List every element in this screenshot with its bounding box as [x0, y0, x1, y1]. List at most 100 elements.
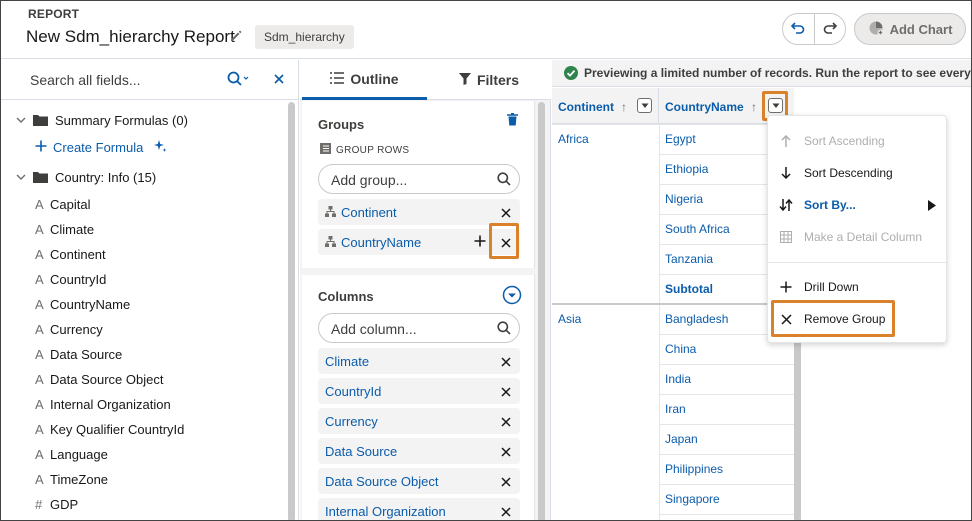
outline-scrollbar[interactable] — [538, 102, 545, 520]
undo-button[interactable] — [783, 14, 814, 44]
field-item-language[interactable]: A Language — [35, 444, 108, 464]
column-chip-label: Data Source Object — [325, 474, 439, 489]
column-chip-label: Internal Organization — [325, 504, 446, 519]
chevron-down-circle-icon[interactable] — [502, 285, 522, 310]
column-chip-data-source-object[interactable]: Data Source Object — [318, 468, 520, 494]
field-item-gdp[interactable]: # GDP — [35, 494, 78, 514]
row-divider — [659, 424, 794, 425]
hierarchy-icon — [325, 205, 336, 220]
add-group-input[interactable]: Add group... — [318, 164, 520, 194]
menu-item-sort-descending[interactable]: Sort Descending — [768, 158, 948, 188]
country-cell[interactable]: Ethiopia — [665, 162, 708, 176]
number-type-icon: # — [35, 496, 43, 512]
folder-country-info[interactable]: Country: Info (15) — [1, 165, 156, 189]
remove-column-icon[interactable] — [501, 444, 511, 462]
column-chip-currency[interactable]: Currency — [318, 408, 520, 434]
redo-button[interactable] — [813, 14, 846, 44]
tab-outline[interactable]: Outline — [302, 60, 427, 100]
field-item-key-qualifier-countryid[interactable]: A Key Qualifier CountryId — [35, 419, 184, 439]
column-chip-climate[interactable]: Climate — [318, 348, 520, 374]
text-type-icon: A — [35, 271, 44, 287]
create-formula-label: Create Formula — [53, 140, 144, 155]
field-item-climate[interactable]: A Climate — [35, 219, 94, 239]
remove-column-icon[interactable] — [501, 414, 511, 432]
field-item-capital[interactable]: A Capital — [35, 194, 90, 214]
column-header-label: CountryName — [665, 100, 744, 114]
remove-column-icon[interactable] — [501, 354, 511, 372]
text-type-icon: A — [35, 321, 44, 337]
remove-column-icon[interactable] — [501, 474, 511, 492]
remove-column-icon[interactable] — [501, 504, 511, 520]
remove-group-menu-highlight — [771, 300, 895, 337]
fields-panel: Search all fields... Summary Formulas (0… — [1, 60, 299, 520]
report-builder: REPORT New Sdm_hierarchy Report Sdm_hier… — [0, 0, 972, 521]
country-cell[interactable]: Japan — [665, 432, 698, 446]
folder-summary-formulas[interactable]: Summary Formulas (0) — [1, 108, 188, 132]
pencil-icon[interactable] — [229, 29, 243, 43]
clear-search-icon[interactable] — [273, 72, 285, 90]
undo-icon — [790, 19, 806, 40]
country-cell[interactable]: South Africa — [665, 222, 730, 236]
text-type-icon: A — [35, 296, 44, 312]
remove-column-icon[interactable] — [501, 384, 511, 402]
remove-group-highlight — [489, 223, 519, 259]
country-cell[interactable]: India — [665, 372, 691, 386]
groups-title: Groups — [318, 117, 365, 132]
menu-item-label: Drill Down — [804, 280, 859, 294]
remove-group-icon[interactable] — [501, 205, 511, 223]
field-search-bar[interactable]: Search all fields... — [1, 60, 299, 100]
field-label: Key Qualifier CountryId — [50, 421, 185, 437]
country-cell[interactable]: Philippines — [665, 462, 723, 476]
menu-item-sort-by[interactable]: Sort By... — [768, 190, 948, 220]
row-divider — [659, 484, 794, 485]
group-rows-text: GROUP ROWS — [336, 144, 410, 156]
column-chip-data-source[interactable]: Data Source — [318, 438, 520, 464]
sparkle-icon — [153, 139, 167, 156]
search-icon[interactable] — [227, 71, 249, 92]
field-search-input[interactable]: Search all fields... — [30, 72, 141, 88]
field-item-countryid[interactable]: A CountryId — [35, 269, 106, 289]
trash-icon[interactable] — [507, 112, 518, 131]
banner-text: Previewing a limited number of records. … — [584, 66, 971, 80]
report-title[interactable]: New Sdm_hierarchy Report — [26, 27, 235, 47]
column-header-label: Continent — [558, 100, 614, 114]
tab-filters[interactable]: Filters — [427, 60, 551, 100]
create-formula-link[interactable]: Create Formula — [35, 139, 167, 156]
country-cell[interactable]: China — [665, 342, 696, 356]
menu-separator — [768, 262, 948, 263]
country-cell[interactable]: Singapore — [665, 492, 720, 506]
field-item-currency[interactable]: A Currency — [35, 319, 103, 339]
country-cell[interactable]: Nigeria — [665, 192, 703, 206]
fields-scrollbar[interactable] — [288, 102, 295, 520]
sort-arrow-icon: ↑ — [621, 100, 627, 114]
field-item-internal-organization[interactable]: A Internal Organization — [35, 394, 171, 414]
table-icon — [768, 231, 804, 243]
field-label: Language — [50, 446, 108, 462]
field-item-data-source-object[interactable]: A Data Source Object — [35, 369, 163, 389]
add-chart-button[interactable]: Add Chart — [854, 13, 966, 45]
column-chip-countryid[interactable]: CountryId — [318, 378, 520, 404]
group-chip-continent[interactable]: Continent — [318, 199, 520, 225]
group-cell-africa[interactable]: Africa — [558, 132, 589, 146]
column-chip-label: Climate — [325, 354, 370, 369]
field-item-continent[interactable]: A Continent — [35, 244, 106, 264]
menu-item-sort-ascending[interactable]: Sort Ascending — [768, 126, 948, 156]
field-item-countryname[interactable]: A CountryName — [35, 294, 130, 314]
column-header-continent[interactable]: Continent ↑ — [552, 88, 659, 124]
column-chip-internal-organization[interactable]: Internal Organization — [318, 498, 520, 520]
column-menu-button[interactable] — [637, 98, 652, 113]
field-item-timezone[interactable]: A TimeZone — [35, 469, 108, 489]
group-chip-label: Continent — [341, 205, 397, 220]
country-cell[interactable]: Egypt — [665, 132, 696, 146]
groups-section: Groups GROUP ROWS Add group... Continent — [302, 101, 535, 268]
menu-item-make-detail-column[interactable]: Make a Detail Column — [768, 222, 948, 252]
group-cell-asia[interactable]: Asia — [558, 312, 581, 326]
country-cell[interactable]: Iran — [665, 402, 686, 416]
country-cell[interactable]: Bangladesh — [665, 312, 728, 326]
menu-item-drill-down[interactable]: Drill Down — [768, 272, 948, 302]
field-item-data-source[interactable]: A Data Source — [35, 344, 122, 364]
text-type-icon: A — [35, 196, 44, 212]
country-cell[interactable]: Tanzania — [665, 252, 713, 266]
add-column-input[interactable]: Add column... — [318, 313, 520, 343]
plus-icon[interactable] — [474, 234, 486, 252]
